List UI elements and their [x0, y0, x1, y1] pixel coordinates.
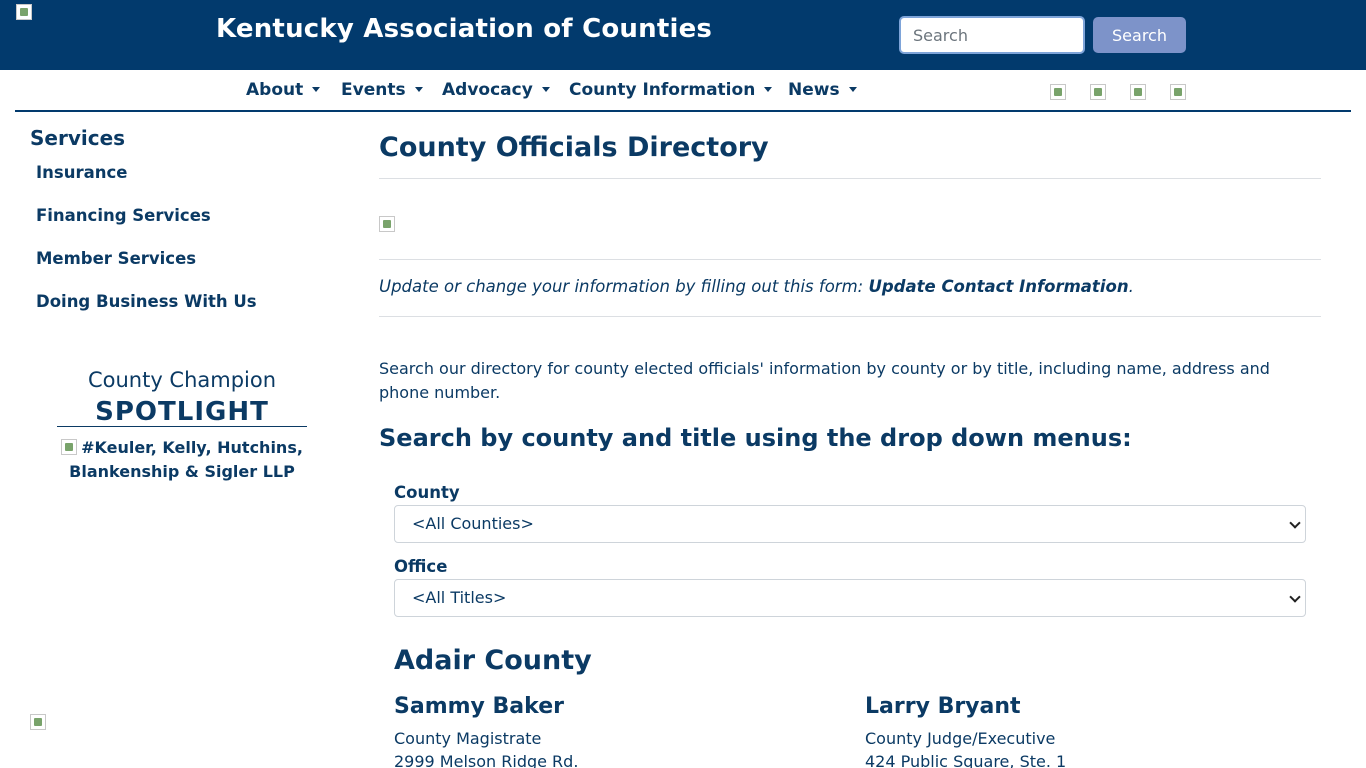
search-button[interactable]: Search [1093, 17, 1186, 53]
site-title[interactable]: Kentucky Association of Counties [216, 14, 712, 44]
sidebar-title: Services [30, 126, 126, 150]
nav-item-events[interactable]: Events [341, 80, 423, 100]
chevron-down-icon [1289, 591, 1301, 603]
champion-image-alt: #Keuler, Kelly, Hutchins, Blankenship & … [69, 438, 303, 481]
caret-down-icon [414, 87, 423, 92]
nav-label: About [246, 80, 304, 100]
nav-label: County Information [569, 80, 756, 100]
update-text: Update or change your information by fil… [379, 277, 869, 296]
county-select-value: <All Counties> [412, 514, 534, 533]
sidebar-item-member-services[interactable]: Member Services [36, 249, 196, 268]
office-select-value: <All Titles> [412, 588, 507, 607]
nav-item-news[interactable]: News [788, 80, 857, 100]
official-name: Larry Bryant [865, 694, 1021, 719]
official-title: County Judge/Executive [865, 729, 1056, 748]
county-label: County [394, 483, 460, 502]
county-heading: Adair County [394, 645, 592, 676]
search-heading: Search by county and title using the dro… [379, 424, 1132, 452]
sidebar-ad-image[interactable] [30, 714, 46, 730]
nav-item-advocacy[interactable]: Advocacy [442, 80, 550, 100]
champion-image-link[interactable]: #Keuler, Kelly, Hutchins, Blankenship & … [57, 436, 307, 484]
divider [379, 259, 1321, 260]
update-period: . [1128, 277, 1134, 296]
sidebar-item-financing-services[interactable]: Financing Services [36, 206, 211, 225]
site-logo-image[interactable] [16, 4, 32, 20]
social-link-2-image[interactable] [1090, 84, 1106, 100]
official-title: County Magistrate [394, 729, 542, 748]
intro-text: Search our directory for county elected … [379, 359, 1270, 402]
social-link-3-image[interactable] [1130, 84, 1146, 100]
champion-spotlight: SPOTLIGHT [95, 397, 269, 427]
social-link-1-image[interactable] [1050, 84, 1066, 100]
site-header: Kentucky Association of Counties Search [0, 0, 1366, 70]
sidebar-item-doing-business[interactable]: Doing Business With Us [36, 292, 257, 311]
nav-divider [15, 110, 1351, 112]
directory-banner-image [379, 216, 395, 232]
office-label: Office [394, 557, 448, 576]
nav-item-about[interactable]: About [246, 80, 321, 100]
update-info-text: Update or change your information by fil… [379, 277, 1134, 296]
divider [379, 178, 1321, 179]
caret-down-icon [541, 87, 550, 92]
sidebar-item-insurance[interactable]: Insurance [36, 163, 127, 182]
nav-label: News [788, 80, 840, 100]
office-select[interactable]: <All Titles> [394, 579, 1306, 617]
champion-title: County Champion [87, 368, 277, 392]
official-name: Sammy Baker [394, 694, 564, 719]
page-title: County Officials Directory [379, 132, 769, 163]
caret-down-icon [764, 87, 773, 92]
caret-down-icon [848, 87, 857, 92]
caret-down-icon [312, 87, 321, 92]
broken-image-icon [61, 439, 78, 455]
social-link-4-image[interactable] [1170, 84, 1186, 100]
main-nav: About Events Advocacy County Information… [0, 70, 1366, 112]
official-address: 424 Public Square, Ste. 1 [865, 752, 1067, 768]
nav-label: Advocacy [442, 80, 533, 100]
official-address: 2999 Melson Ridge Rd. [394, 752, 579, 768]
chevron-down-icon [1289, 517, 1301, 529]
county-select[interactable]: <All Counties> [394, 505, 1306, 543]
update-contact-link[interactable]: Update Contact Information [868, 277, 1128, 296]
nav-item-county-information[interactable]: County Information [569, 80, 773, 100]
search-input[interactable] [899, 16, 1085, 54]
champion-divider [57, 426, 307, 427]
nav-label: Events [341, 80, 406, 100]
divider [379, 316, 1321, 317]
